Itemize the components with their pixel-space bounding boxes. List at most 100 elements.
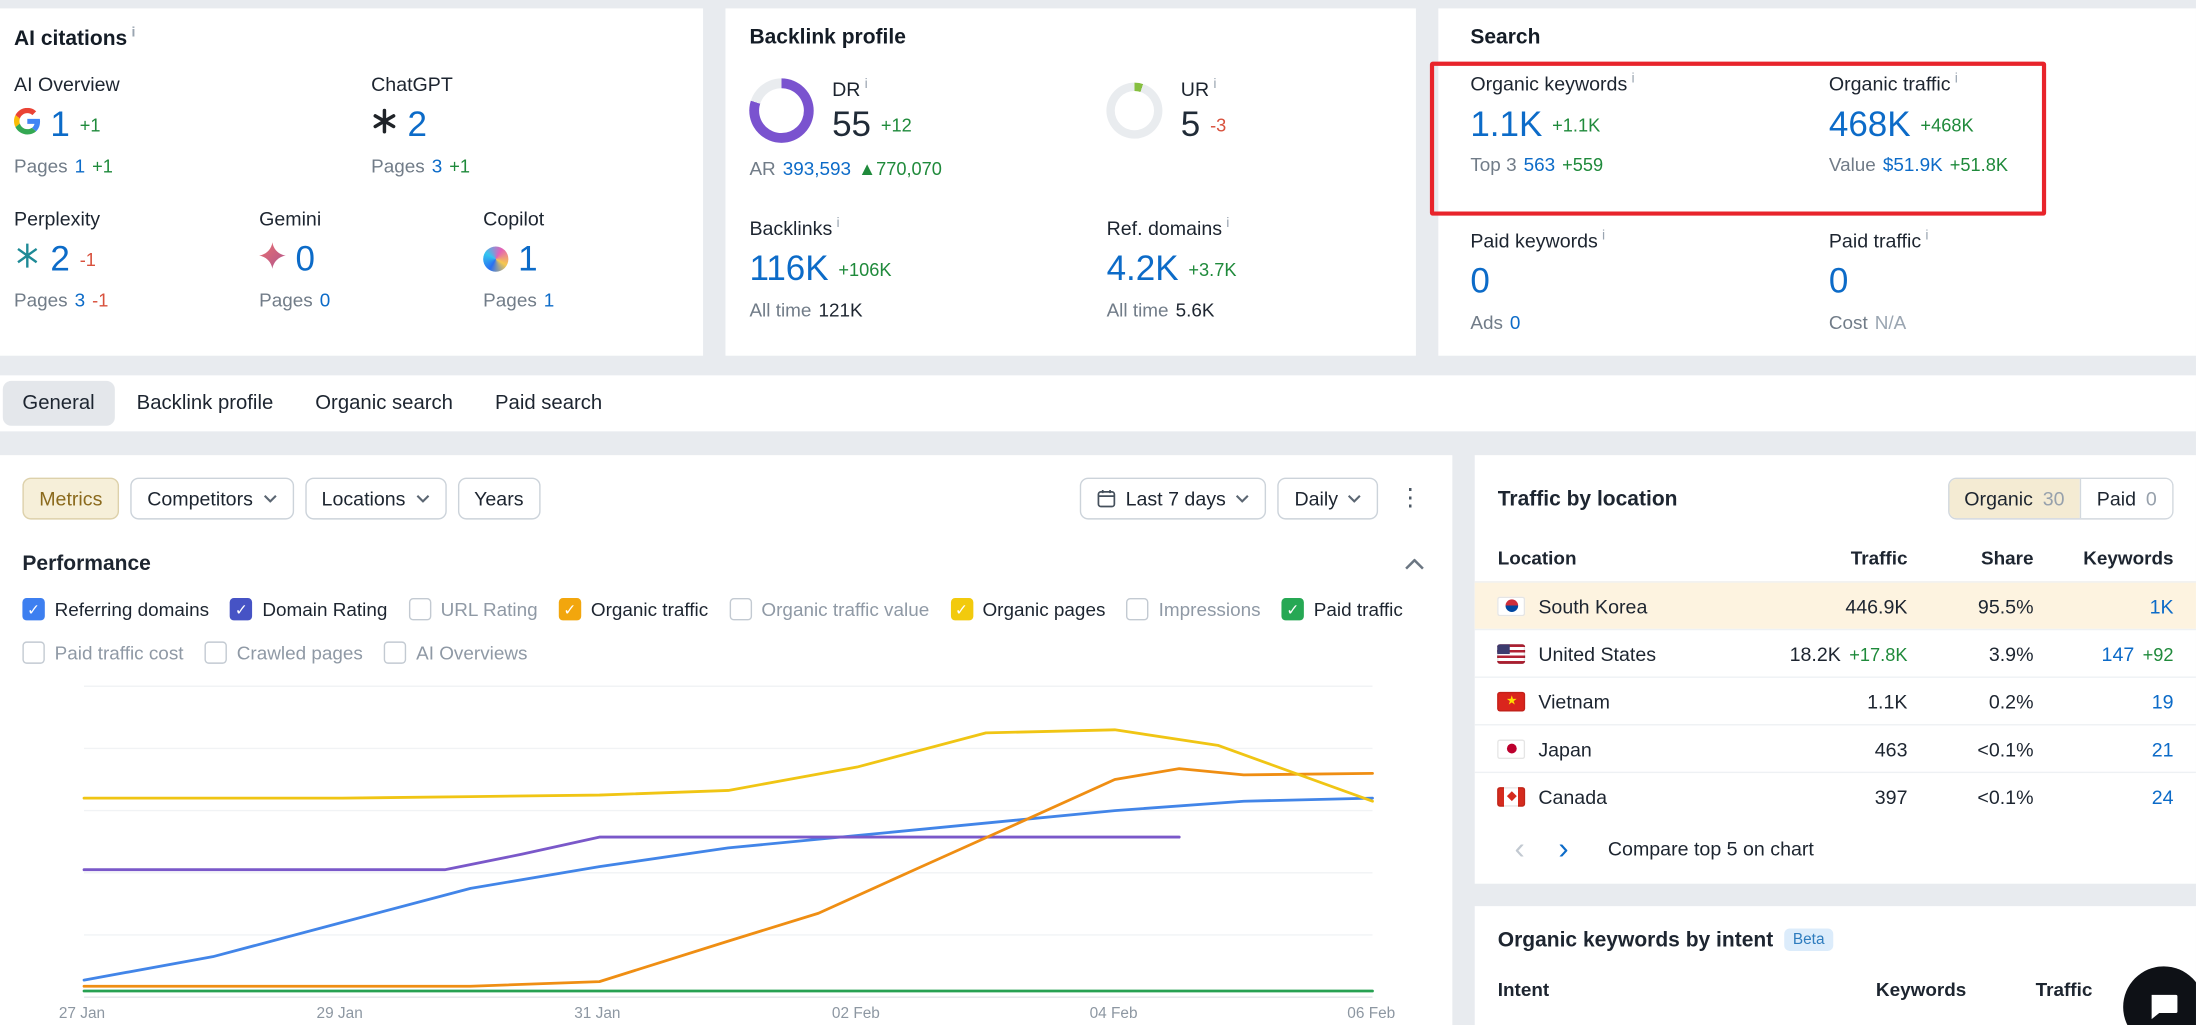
tab-backlink-profile[interactable]: Backlink profile <box>117 381 293 426</box>
next-page-button[interactable]: › <box>1542 833 1586 864</box>
checkbox-paid-traffic-cost[interactable]: Paid traffic cost <box>22 641 183 663</box>
checkbox-impressions[interactable]: Impressions <box>1126 598 1260 620</box>
keywords-link[interactable]: 1K <box>2150 595 2174 617</box>
sub-value-link[interactable]: 3 <box>432 155 443 176</box>
metric-value-link[interactable]: 468K <box>1829 105 1911 145</box>
checkbox-referring-domains[interactable]: ✓Referring domains <box>22 598 209 620</box>
tab-organic-search[interactable]: Organic search <box>296 381 473 426</box>
years-button[interactable]: Years <box>457 478 540 520</box>
previous-page-button[interactable]: ‹ <box>1498 833 1542 864</box>
metric-value-link[interactable]: 1 <box>50 105 69 145</box>
checkbox-crawled-pages[interactable]: Crawled pages <box>205 641 363 663</box>
keywords-link[interactable]: 21 <box>2152 737 2174 759</box>
metric-value-link[interactable]: 4.2K <box>1107 249 1179 289</box>
keywords-link[interactable]: 147 <box>2102 642 2135 664</box>
sub-value-link[interactable]: 1 <box>75 155 86 176</box>
sub-value: 121K <box>818 299 862 320</box>
metric-value-link[interactable]: 116K <box>749 249 828 289</box>
metric-value-link[interactable]: 1 <box>518 239 537 279</box>
metric-change: +12 <box>881 114 912 135</box>
checkbox-box[interactable] <box>384 641 406 663</box>
info-icon[interactable]: i <box>1213 77 1216 92</box>
info-icon[interactable]: i <box>1955 71 1958 86</box>
info-icon[interactable]: i <box>1925 229 1928 244</box>
metric-value: 55 <box>832 105 871 145</box>
sub-label: Top 3 <box>1470 155 1516 176</box>
metric-value-link[interactable]: 0 <box>1829 262 1848 302</box>
toggle-paid[interactable]: Paid0 <box>2080 479 2172 518</box>
chevron-down-icon <box>263 494 277 502</box>
more-options-button[interactable]: ⋮ <box>1390 485 1431 513</box>
competitors-dropdown[interactable]: Competitors <box>130 478 293 520</box>
checkbox-organic-traffic[interactable]: ✓Organic traffic <box>559 598 709 620</box>
toggle-organic[interactable]: Organic30 <box>1949 479 2080 518</box>
sub-value-link[interactable]: 0 <box>1510 312 1521 333</box>
metric-value-link[interactable]: 0 <box>296 239 315 279</box>
location-name: Vietnam <box>1538 690 1610 712</box>
info-icon[interactable]: i <box>1631 71 1634 86</box>
vietnam-flag-icon: ★ <box>1498 691 1526 711</box>
sub-value-link[interactable]: $51.9K <box>1883 155 1943 176</box>
checkbox-ai-overviews[interactable]: AI Overviews <box>384 641 528 663</box>
checkbox-paid-traffic[interactable]: ✓Paid traffic <box>1282 598 1403 620</box>
keywords-link[interactable]: 19 <box>2152 690 2174 712</box>
keywords-link[interactable]: 24 <box>2152 785 2174 807</box>
metric-label: Organic traffici <box>1829 71 2008 94</box>
ar-value-link[interactable]: 393,593 <box>783 159 851 180</box>
checkbox-label: URL Rating <box>441 599 538 620</box>
sub-value-link[interactable]: 0 <box>320 289 331 310</box>
metric-label: Ref. domainsi <box>1107 216 1237 239</box>
tab-general[interactable]: General <box>3 381 114 426</box>
compare-top5-link[interactable]: Compare top 5 on chart <box>1608 837 1814 859</box>
info-icon[interactable]: i <box>865 77 868 92</box>
metric-value-link[interactable]: 1.1K <box>1470 105 1542 145</box>
checkbox-box[interactable]: ✓ <box>950 598 972 620</box>
checkbox-box[interactable] <box>205 641 227 663</box>
metric-value-link[interactable]: 0 <box>1470 262 1489 302</box>
sub-value-link[interactable]: 3 <box>75 289 86 310</box>
perplexity-icon <box>14 242 41 276</box>
checkbox-box[interactable] <box>729 598 751 620</box>
checkbox-url-rating[interactable]: URL Rating <box>408 598 537 620</box>
metric-label: Perplexity <box>14 207 259 229</box>
checkbox-box[interactable] <box>22 641 44 663</box>
metric-value-link[interactable]: 2 <box>50 239 69 279</box>
series-referring-domains <box>84 798 1372 980</box>
checkbox-box[interactable]: ✓ <box>559 598 581 620</box>
metric-value: 5 <box>1181 105 1200 145</box>
info-icon[interactable]: i <box>1602 229 1605 244</box>
collapse-section-button[interactable] <box>1400 550 1431 577</box>
checkbox-label: Crawled pages <box>237 642 363 663</box>
metric-label: Paid keywordsi <box>1470 229 1829 252</box>
traffic-value: 463 <box>1875 737 1908 759</box>
japan-flag-icon <box>1498 739 1526 759</box>
metric-change: +3.7K <box>1188 259 1236 280</box>
checkbox-box[interactable]: ✓ <box>1282 598 1304 620</box>
x-axis-tick-label: 02 Feb <box>832 1006 880 1023</box>
sub-value-link[interactable]: 1 <box>544 289 555 310</box>
column-location: Location <box>1498 547 1712 568</box>
search-title: Search <box>1470 25 2173 49</box>
checkbox-box[interactable]: ✓ <box>230 598 252 620</box>
metric-label: Gemini <box>259 207 483 229</box>
granularity-dropdown[interactable]: Daily <box>1278 478 1379 520</box>
table-row: ★Vietnam 1.1K 0.2% 19 <box>1475 676 2196 724</box>
checkbox-organic-pages[interactable]: ✓Organic pages <box>950 598 1105 620</box>
tab-paid-search[interactable]: Paid search <box>475 381 621 426</box>
info-icon[interactable]: i <box>131 25 135 40</box>
checkbox-organic-traffic-value[interactable]: Organic traffic value <box>729 598 929 620</box>
date-range-dropdown[interactable]: Last 7 days <box>1079 478 1266 520</box>
sub-value-link[interactable]: 563 <box>1524 155 1556 176</box>
metric-value-link[interactable]: 2 <box>408 105 427 145</box>
locations-dropdown[interactable]: Locations <box>305 478 446 520</box>
ai-citations-title: AI citationsi <box>14 25 681 50</box>
checkbox-box[interactable] <box>1126 598 1148 620</box>
checkbox-box[interactable] <box>408 598 430 620</box>
checkbox-domain-rating[interactable]: ✓Domain Rating <box>230 598 387 620</box>
metric-checkbox-row-2: Paid traffic cost Crawled pages AI Overv… <box>22 641 1430 663</box>
info-icon[interactable]: i <box>1226 216 1229 231</box>
checkbox-box[interactable]: ✓ <box>22 598 44 620</box>
metrics-button[interactable]: Metrics <box>22 478 119 520</box>
metric-change: -3 <box>1210 114 1226 135</box>
info-icon[interactable]: i <box>836 216 839 231</box>
